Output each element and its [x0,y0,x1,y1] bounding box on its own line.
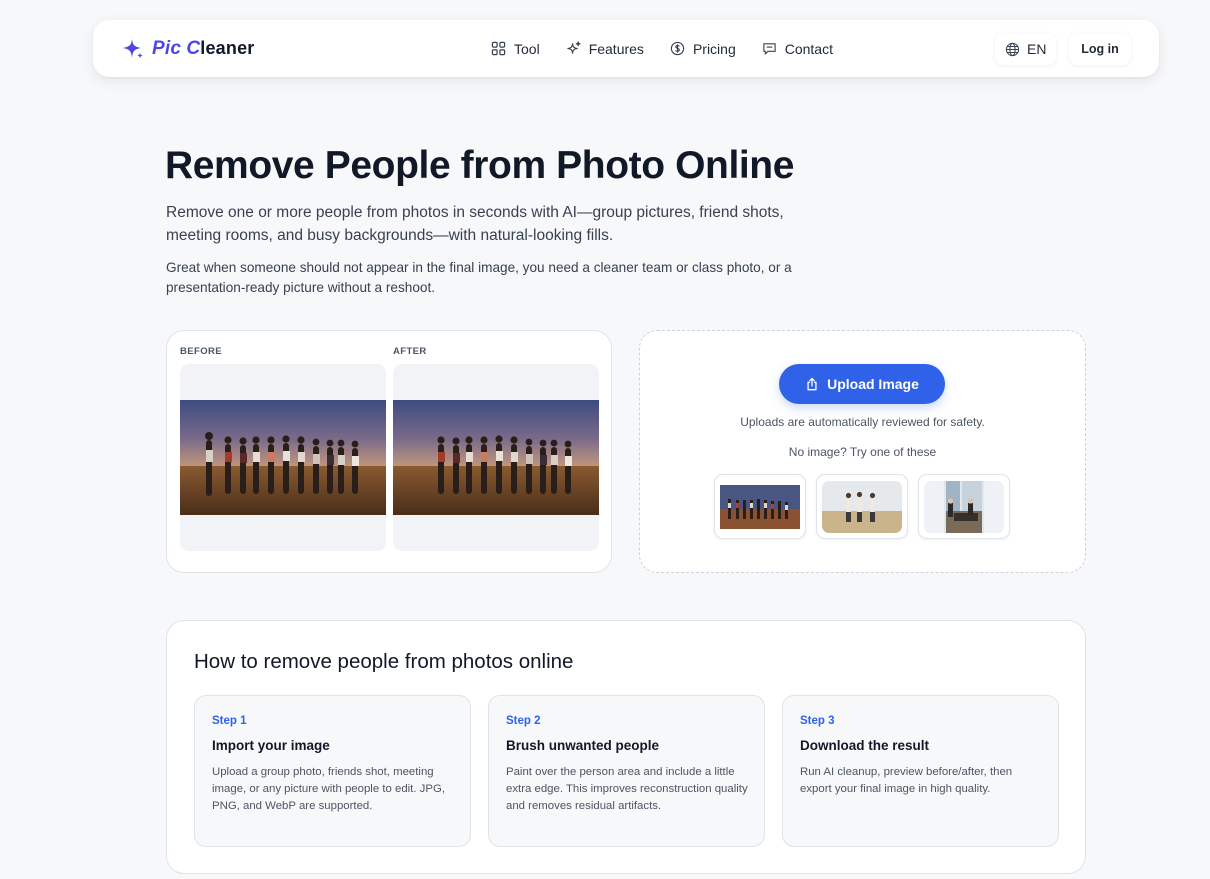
before-after-card: BEFORE AFTER [166,330,612,573]
sample-image-3[interactable] [918,474,1010,539]
step-tag: Step 3 [800,715,835,727]
language-label: EN [1027,41,1047,57]
sample-images-prompt: No image? Try one of these [788,445,937,459]
step-card-1: Step 1 Import your image Upload a group … [194,695,471,847]
step-description: Run AI cleanup, preview before/after, th… [800,766,1013,795]
before-label: BEFORE [180,346,222,357]
after-label: AFTER [393,346,427,357]
top-navbar: Pic Cleaner Tool Features Pricing Contac… [93,20,1159,77]
brand-name-first: Pic [152,38,182,59]
group-sunset-thumbnail [720,484,800,529]
chat-bubble-icon [763,43,776,55]
login-button[interactable]: Log in [1069,33,1131,65]
step-title: Brush unwanted people [506,738,660,753]
after-photo [393,400,599,515]
brand-logo[interactable]: Pic Cleaner [121,37,254,61]
language-selector[interactable]: EN [995,33,1057,65]
sample-images-list [714,474,1010,539]
step-tag: Step 2 [506,715,541,727]
nav-contact[interactable]: Contact [762,41,833,57]
main-nav: Tool Features Pricing Contact [491,20,833,77]
upload-image-button[interactable]: Upload Image [779,364,945,404]
step-description: Paint over the person area and include a… [506,766,748,812]
nav-features[interactable]: Features [566,41,644,57]
sample-image-1[interactable] [714,474,806,539]
before-photo [180,400,386,515]
step-title: Download the result [800,738,930,753]
how-to-title: How to remove people from photos online [194,650,574,673]
brand-name: Pic Cleaner [152,38,255,59]
group-field-thumbnail [822,480,902,533]
meeting-room-thumbnail [924,480,1004,533]
step-card-3: Step 3 Download the result Run AI cleanu… [782,695,1059,847]
sample-image-2[interactable] [816,474,908,539]
nav-pricing[interactable]: Pricing [670,41,736,57]
page-title: Remove People from Photo Online [165,144,795,187]
globe-icon [1005,42,1020,56]
upload-button-label: Upload Image [827,376,919,392]
hero-description: Great when someone should not appear in … [166,260,792,295]
hero-subtitle: Remove one or more people from photos in… [166,204,784,244]
nav-tool[interactable]: Tool [491,41,540,57]
upload-icon [807,377,817,391]
after-image-pane [393,364,599,551]
sparkle-logo-icon [123,39,143,59]
nav-contact-label: Contact [784,40,833,57]
upload-safety-note: Uploads are automatically reviewed for s… [740,415,985,429]
before-image-pane [180,364,386,551]
step-description: Upload a group photo, friends shot, meet… [212,766,445,812]
step-tag: Step 1 [212,715,247,727]
nav-features-label: Features [588,40,644,57]
step-title: Import your image [212,738,330,753]
dollar-circle-icon [670,41,685,56]
upload-dropzone[interactable]: Upload Image Uploads are automatically r… [639,330,1086,573]
step-card-2: Step 2 Brush unwanted people Paint over … [488,695,765,847]
how-to-section: How to remove people from photos online … [166,620,1086,874]
nav-tool-label: Tool [514,40,540,57]
nav-pricing-label: Pricing [692,40,736,57]
grid-icon [491,41,506,56]
brand-name-second: leaner [200,38,255,58]
sparkles-icon [567,41,581,54]
